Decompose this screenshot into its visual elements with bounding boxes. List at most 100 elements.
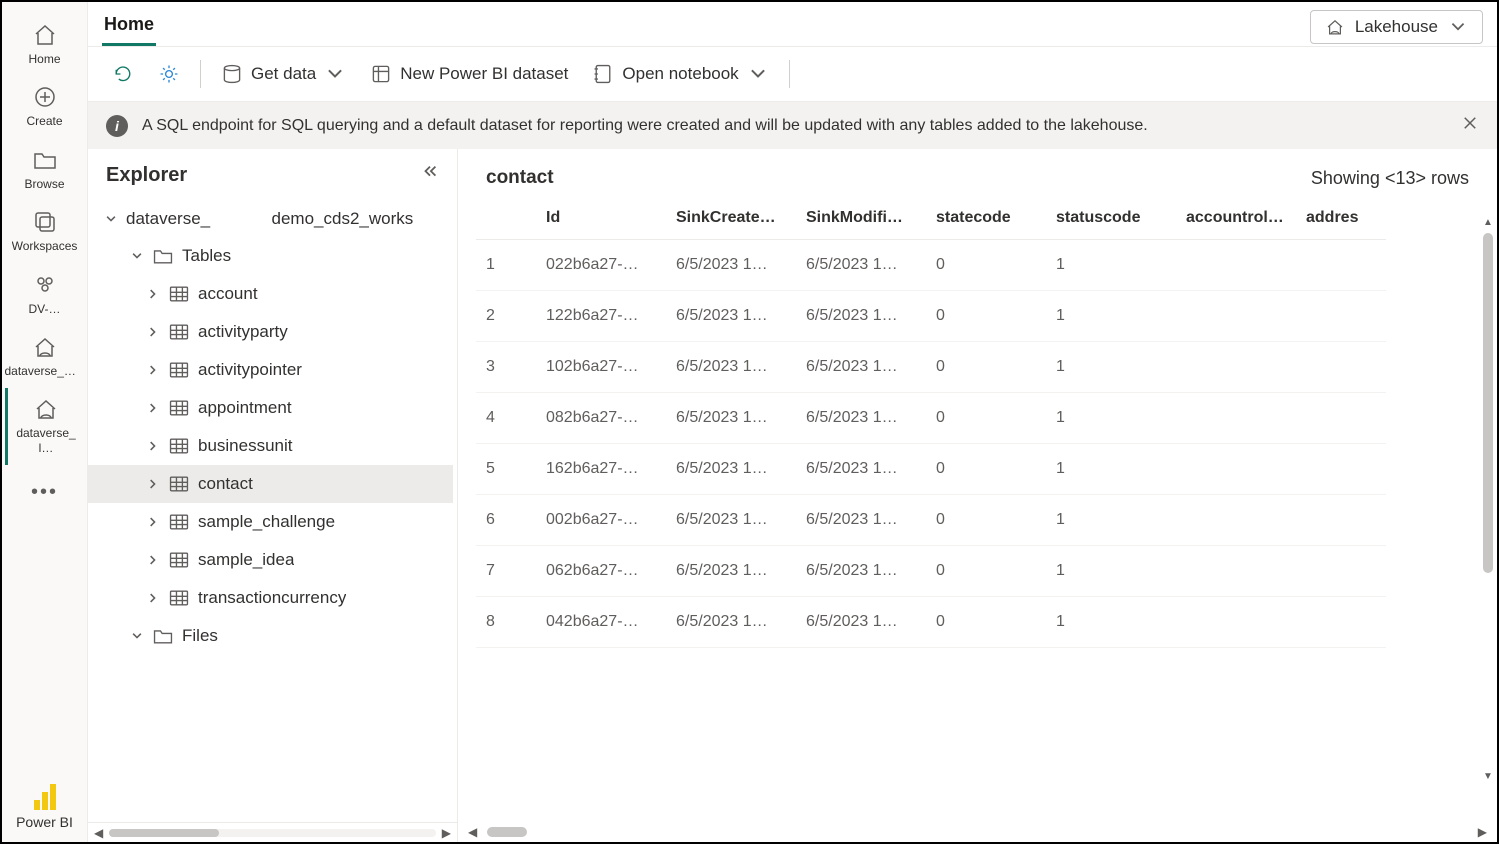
cell — [1176, 240, 1296, 291]
scroll-right-arrow[interactable]: ▶ — [1478, 825, 1487, 839]
plus-circle-icon — [32, 84, 58, 110]
refresh-button[interactable] — [102, 57, 144, 91]
get-data-button[interactable]: Get data — [211, 57, 356, 91]
column-header[interactable]: SinkCreate… — [666, 197, 796, 240]
tree-table-label: sample_challenge — [198, 512, 335, 532]
table-icon — [168, 397, 190, 419]
tree-table-sample_idea[interactable]: sample_idea — [88, 541, 453, 579]
new-dataset-button[interactable]: New Power BI dataset — [360, 57, 578, 91]
tree-table-label: businessunit — [198, 436, 293, 456]
column-header[interactable]: statecode — [926, 197, 1046, 240]
cell: 6/5/2023 1… — [796, 597, 926, 648]
tree-table-transactioncurrency[interactable]: transactioncurrency — [88, 579, 453, 617]
scroll-left-arrow[interactable]: ◀ — [468, 825, 477, 839]
cell — [1296, 393, 1386, 444]
lakehouse-icon — [32, 334, 58, 360]
folder-icon — [32, 147, 58, 173]
settings-button[interactable] — [148, 57, 190, 91]
info-icon: i — [106, 115, 128, 137]
cell — [1176, 342, 1296, 393]
notebook-icon — [592, 63, 614, 85]
tree-table-label: contact — [198, 474, 253, 494]
cell — [1296, 495, 1386, 546]
open-notebook-button[interactable]: Open notebook — [582, 57, 778, 91]
tree-table-activitypointer[interactable]: activitypointer — [88, 351, 453, 389]
tab-home[interactable]: Home — [102, 8, 156, 46]
tree-root[interactable]: dataverse_ demo_cds2_works — [88, 201, 453, 237]
cell: 042b6a27-… — [536, 597, 666, 648]
table-icon — [168, 283, 190, 305]
column-header[interactable]: statuscode — [1046, 197, 1176, 240]
chevron-right-icon — [146, 515, 160, 529]
scroll-right-arrow[interactable]: ▶ — [442, 826, 451, 840]
column-header[interactable]: SinkModifi… — [796, 197, 926, 240]
scroll-thumb[interactable] — [487, 827, 527, 837]
tree-files-node[interactable]: Files — [88, 617, 453, 655]
cell: 6/5/2023 1… — [666, 393, 796, 444]
grid-hscrollbar[interactable]: ◀ ▶ — [458, 822, 1497, 842]
lakehouse-switcher[interactable]: Lakehouse — [1310, 10, 1483, 44]
nav-footer-label: Power BI — [16, 814, 73, 830]
tree-table-activityparty[interactable]: activityparty — [88, 313, 453, 351]
tree-table-appointment[interactable]: appointment — [88, 389, 453, 427]
column-header[interactable]: addres — [1296, 197, 1386, 240]
stack-icon — [32, 209, 58, 235]
new-dataset-label: New Power BI dataset — [400, 64, 568, 84]
tree-table-businessunit[interactable]: businessunit — [88, 427, 453, 465]
scroll-thumb[interactable] — [109, 829, 219, 837]
cell: 0 — [926, 240, 1046, 291]
scroll-left-arrow[interactable]: ◀ — [94, 826, 103, 840]
lakehouse-icon — [33, 396, 59, 422]
info-banner-close[interactable] — [1461, 114, 1479, 137]
cell — [1176, 597, 1296, 648]
scroll-thumb[interactable] — [1483, 233, 1493, 573]
table-icon — [168, 435, 190, 457]
nav-item-create[interactable]: Create — [5, 76, 85, 138]
cell: 6/5/2023 1… — [666, 546, 796, 597]
grid-vscrollbar[interactable]: ▲ ▼ — [1483, 217, 1493, 782]
cell: 6/5/2023 1… — [796, 393, 926, 444]
nav-item-dataverse-milindavdem-[interactable]: dataverse_milindavdem… — [5, 326, 85, 388]
cell: 0 — [926, 444, 1046, 495]
nav-item-dv-[interactable]: DV-… — [5, 264, 85, 326]
nav-item-home[interactable]: Home — [5, 14, 85, 76]
column-header[interactable]: Id — [536, 197, 666, 240]
table-icon — [168, 359, 190, 381]
table-icon — [168, 473, 190, 495]
tree-table-contact[interactable]: contact — [88, 465, 453, 503]
cell — [1176, 291, 1296, 342]
table-icon — [168, 587, 190, 609]
tree-tables-node[interactable]: Tables — [88, 237, 453, 275]
column-header[interactable]: accountrol… — [1176, 197, 1296, 240]
cell: 0 — [926, 495, 1046, 546]
nav-item-workspaces[interactable]: Workspaces — [5, 201, 85, 263]
nav-item-browse[interactable]: Browse — [5, 139, 85, 201]
cell — [1176, 495, 1296, 546]
chevron-right-icon — [146, 287, 160, 301]
nav-item-label: Browse — [24, 177, 64, 191]
tree-table-account[interactable]: account — [88, 275, 453, 313]
nav-item-label: DV-… — [28, 302, 60, 316]
tree-table-sample_challenge[interactable]: sample_challenge — [88, 503, 453, 541]
row-index: 4 — [476, 393, 536, 444]
row-index: 1 — [476, 240, 536, 291]
chevron-down-icon — [130, 249, 144, 263]
tree-table-label: activityparty — [198, 322, 288, 342]
nav-footer-powerbi[interactable]: Power BI — [16, 782, 73, 842]
tree-tables-label: Tables — [182, 246, 231, 266]
cell: 0 — [926, 393, 1046, 444]
cell: 0 — [926, 546, 1046, 597]
cell: 002b6a27-… — [536, 495, 666, 546]
row-count-label: Showing <13> rows — [1311, 168, 1469, 189]
cell: 062b6a27-… — [536, 546, 666, 597]
cell: 0 — [926, 597, 1046, 648]
nav-more-button[interactable]: ••• — [31, 465, 58, 520]
explorer-collapse-button[interactable] — [421, 163, 439, 187]
nav-item-label: dataverse_l… — [16, 426, 75, 455]
nav-item-dataverse-[interactable]: dataverse_l… — [5, 388, 85, 465]
chevron-down-icon — [1448, 17, 1468, 37]
cell: 6/5/2023 1… — [666, 597, 796, 648]
explorer-hscrollbar[interactable]: ◀ ▶ — [88, 822, 457, 842]
data-grid: IdSinkCreate…SinkModifi…statecodestatusc… — [476, 197, 1497, 648]
column-header[interactable] — [476, 197, 536, 240]
